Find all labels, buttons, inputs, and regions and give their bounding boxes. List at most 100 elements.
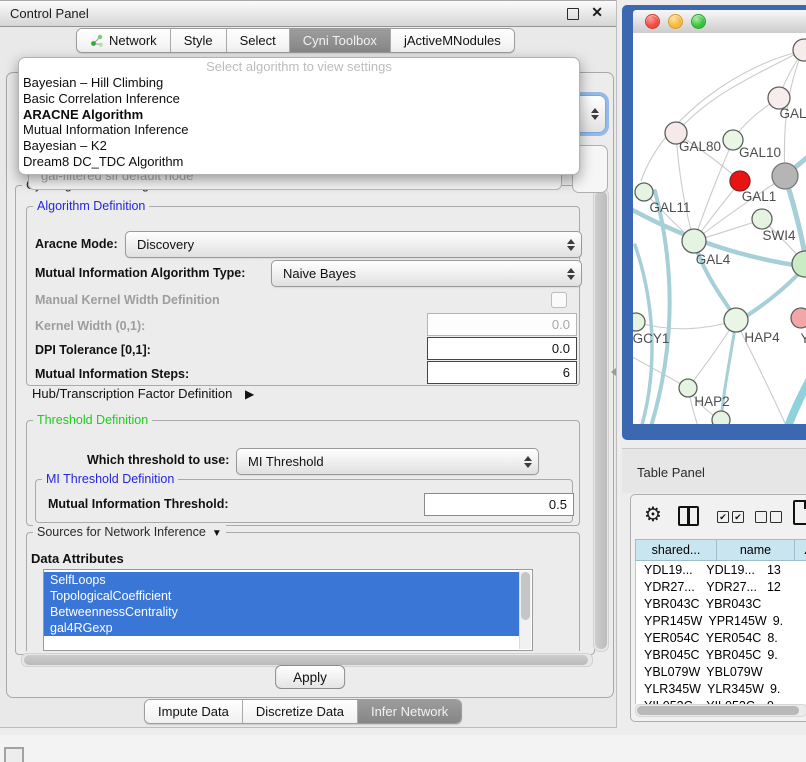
tab-network[interactable]: Network (77, 29, 170, 52)
unchecked-box-icon[interactable] (755, 511, 767, 523)
network-view-window: GALGAL80GAL10GAL11GAL1GAL4SWI4HAP4YGCY1H… (622, 5, 806, 440)
manual-kernel-checkbox[interactable] (551, 292, 567, 308)
control-panel-tab-bar: Network Style Select Cyni Toolbox jActiv… (76, 28, 515, 53)
which-threshold-label: Which threshold to use: (87, 453, 229, 467)
table-row[interactable]: YLR345WYLR345W9. (636, 680, 806, 697)
table-cell: YER054C (636, 631, 700, 645)
node-label: HAP4 (744, 330, 780, 345)
gear-icon[interactable]: ⚙ (644, 502, 662, 527)
node-label: GCY1 (633, 331, 669, 346)
network-node[interactable] (791, 308, 806, 328)
bottom-strip (0, 735, 806, 762)
stepper-arrows-icon (524, 456, 532, 468)
dpi-tolerance-field[interactable]: 0.0 (427, 337, 577, 360)
table-row[interactable]: YER054CYER054C8. (636, 629, 806, 646)
table-horizontal-scrollbar[interactable] (635, 704, 806, 717)
tab-discretize-data[interactable]: Discretize Data (242, 700, 357, 723)
table-cell: 8. (761, 631, 806, 645)
sources-group: Sources for Network Inference▼ Data Attr… (26, 532, 580, 651)
group-title: Threshold Definition (33, 413, 152, 427)
column-header[interactable]: shared... (635, 539, 717, 561)
column-header[interactable]: name (717, 539, 795, 561)
column-header[interactable]: A (795, 539, 806, 561)
network-node[interactable] (712, 411, 730, 424)
minimize-traffic-light[interactable] (668, 14, 683, 29)
algorithm-option[interactable]: Mutual Information Inference (19, 122, 579, 138)
table-row[interactable]: YIL052CYIL052C9. (636, 697, 806, 704)
network-node[interactable] (792, 251, 806, 277)
table-row[interactable]: YBR043CYBR043C (636, 595, 806, 612)
tab-infer-network[interactable]: Infer Network (357, 700, 461, 723)
table-row[interactable]: YBR045CYBR045C9. (636, 646, 806, 663)
network-graph: GALGAL80GAL10GAL11GAL1GAL4SWI4HAP4YGCY1H… (633, 33, 806, 424)
tab-label: jActiveMNodules (404, 33, 501, 48)
attribute-item[interactable]: BetweennessCentrality (44, 604, 519, 620)
algorithm-option[interactable]: ARACNE Algorithm (19, 107, 579, 123)
list-scrollbar[interactable] (519, 571, 531, 649)
which-threshold-select[interactable]: MI Threshold (236, 448, 539, 475)
table-row[interactable]: YPR145WYPR145W9. (636, 612, 806, 629)
data-attributes-list[interactable]: SelfLoopsTopologicalCoefficientBetweenne… (43, 569, 533, 651)
mi-threshold-field[interactable]: 0.5 (424, 493, 574, 516)
tab-style[interactable]: Style (170, 29, 226, 52)
close-traffic-light[interactable] (645, 14, 660, 29)
collapse-down-icon[interactable]: ▼ (212, 528, 222, 539)
mi-algorithm-type-select[interactable]: Naive Bayes (271, 260, 582, 287)
checked-box-icon[interactable]: ✔ (732, 511, 744, 523)
tab-cyni-toolbox[interactable]: Cyni Toolbox (289, 29, 390, 52)
attribute-item[interactable]: gal4RGexp (44, 620, 519, 636)
kernel-width-field[interactable]: 0.0 (427, 313, 577, 336)
table-cell: YDR27... (636, 580, 700, 594)
algorithm-option[interactable]: Bayesian – K2 (19, 138, 579, 154)
network-node[interactable] (752, 209, 772, 229)
checked-box-icon[interactable]: ✔ (717, 511, 729, 523)
network-edge[interactable] (783, 361, 806, 424)
network-node[interactable] (793, 39, 806, 61)
close-icon[interactable]: ✕ (591, 4, 603, 21)
table-panel: ⚙ ✔ ✔ shared...nameA YDL19...YDL19...13Y… (630, 494, 806, 722)
algorithm-option[interactable]: Bayesian – Hill Climbing (19, 75, 579, 91)
tab-label: Impute Data (158, 704, 229, 719)
tab-label: Select (240, 33, 276, 48)
table-panel-title: Table Panel (637, 465, 705, 480)
control-panel-titlebar[interactable]: Control Panel ✕ (0, 0, 616, 27)
unchecked-box-icon[interactable] (770, 511, 782, 523)
network-node[interactable] (724, 308, 748, 332)
apply-button[interactable]: Apply (275, 665, 345, 689)
network-node[interactable] (635, 183, 653, 201)
tab-select[interactable]: Select (226, 29, 289, 52)
table-cell: 12 (761, 580, 806, 594)
zoom-traffic-light[interactable] (691, 14, 706, 29)
hub-definition-toggle[interactable]: Hub/Transcription Factor Definition ▶ (32, 386, 254, 401)
algorithm-option[interactable]: Basic Correlation Inference (19, 91, 579, 107)
mi-steps-field[interactable]: 6 (427, 361, 577, 384)
network-node[interactable] (730, 171, 750, 191)
attribute-item[interactable]: TopologicalCoefficient (44, 588, 519, 604)
file-icon[interactable] (793, 500, 806, 525)
tab-jactivemnodules[interactable]: jActiveMNodules (390, 29, 514, 52)
table-cell: YDL19... (636, 563, 700, 577)
table-row[interactable]: YDR27...YDR27...12 (636, 578, 806, 595)
float-window-icon[interactable] (567, 8, 579, 20)
table-row[interactable]: YDL19...YDL19...13 (636, 561, 806, 578)
table-row[interactable]: YBL079WYBL079W (636, 663, 806, 680)
table-panel-header: Table Panel (622, 448, 806, 493)
splitter-handle-icon[interactable] (611, 368, 616, 376)
network-canvas[interactable]: GALGAL80GAL10GAL11GAL1GAL4SWI4HAP4YGCY1H… (633, 33, 806, 424)
network-window-titlebar[interactable] (633, 10, 806, 34)
network-node[interactable] (682, 229, 706, 253)
aracne-mode-select[interactable]: Discovery (125, 231, 582, 258)
algorithm-option[interactable]: Dream8 DC_TDC Algorithm (19, 154, 579, 170)
tab-impute-data[interactable]: Impute Data (145, 700, 242, 723)
column-view-icon[interactable] (678, 506, 699, 526)
settings-vertical-scrollbar[interactable] (593, 188, 609, 652)
dpi-tolerance-value: 0.0 (552, 341, 570, 356)
network-node[interactable] (633, 313, 645, 331)
network-node[interactable] (772, 163, 798, 189)
minimized-panel-icon[interactable] (4, 747, 24, 762)
table-cell: 9. (764, 682, 806, 696)
algorithm-definition-group: Algorithm Definition Aracne Mode: Discov… (26, 206, 580, 386)
sources-title: Sources for Network Inference (37, 525, 206, 539)
attribute-item[interactable]: SelfLoops (44, 572, 519, 588)
collapse-right-icon[interactable]: ▶ (245, 387, 254, 401)
